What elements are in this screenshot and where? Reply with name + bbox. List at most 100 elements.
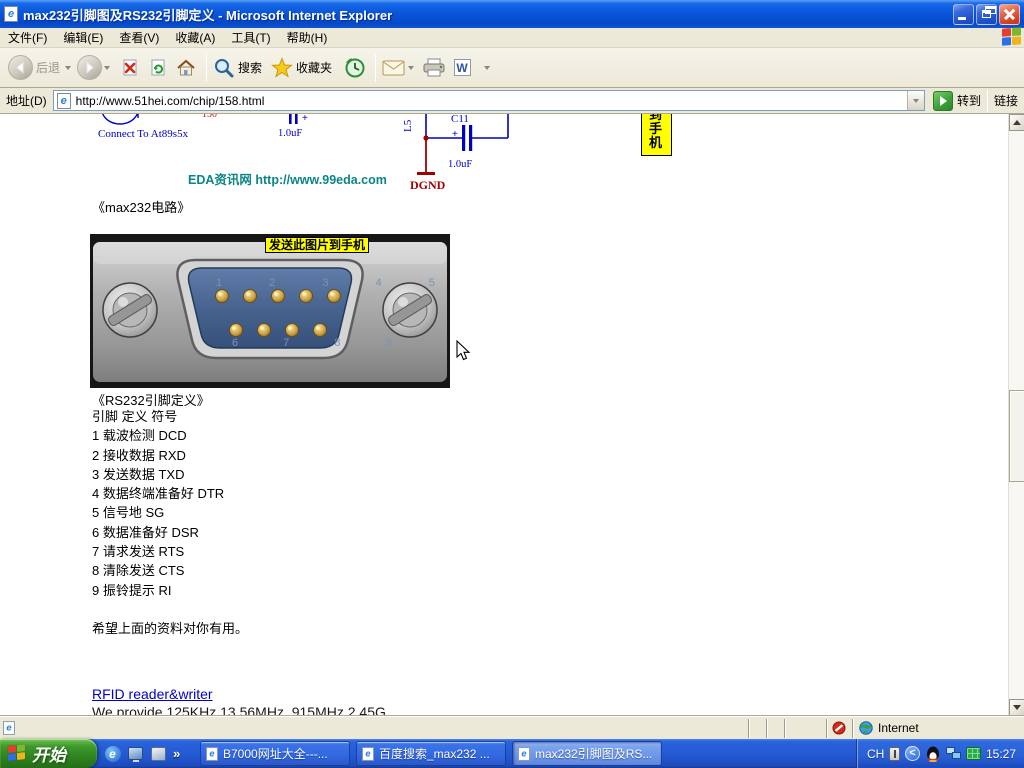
db9-connector-graphic: 1 2 3 4 5 6 7 8 9 [90,234,450,388]
addressbar: 地址(D) e http://www.51hei.com/chip/158.ht… [0,88,1024,114]
qq-messenger-icon[interactable] [925,745,941,762]
address-label: 地址(D) [6,92,47,109]
menu-item-edit[interactable]: 编辑(E) [55,27,111,48]
schematic-watermark: EDA资讯网 http://www.99eda.com [188,172,387,187]
back-icon [8,55,33,80]
ime-language-indicator[interactable]: CH [867,747,884,761]
address-input[interactable]: e http://www.51hei.com/chip/158.html [53,90,925,111]
quicklaunch-app-button[interactable] [150,745,167,762]
go-button[interactable] [933,91,953,111]
forward-dropdown-icon[interactable] [104,66,110,70]
restore-button[interactable] [976,4,997,25]
caption-max232-circuit: 《max232电路》 [92,197,190,216]
task-button-max232-active[interactable]: e max232引脚图及RS... [512,741,662,766]
address-url[interactable]: http://www.51hei.com/chip/158.html [76,94,907,108]
window-title: max232引脚图及RS232引脚定义 - Microsoft Internet… [23,5,951,24]
page-ie-icon: e [57,93,71,109]
max232-schematic-image: Connect To At89s5x 150 + 1.0uF L5 C11 + … [80,114,530,204]
home-button[interactable] [172,53,200,83]
system-tray: CH < 15:27 [856,739,1024,768]
back-label: 后退 [36,59,60,76]
ie-icon: e [105,746,121,762]
print-button[interactable] [420,53,448,83]
mail-dropdown-icon[interactable] [408,66,414,70]
task-button-baidu-search[interactable]: e 百度搜索_max232 ... [356,741,506,766]
menu-item-help[interactable]: 帮助(H) [279,27,336,48]
start-button[interactable]: 开始 [0,739,97,768]
toolbar-separator [375,54,376,82]
stop-button[interactable] [116,53,144,83]
refresh-button[interactable] [144,53,172,83]
desktop-screen: e max232引脚图及RS232引脚定义 - Microsoft Intern… [0,0,1024,768]
toolbar-dropdown-icon[interactable] [484,66,490,70]
ime-toolbar-icon[interactable] [889,747,900,761]
scroll-down-button[interactable] [1009,699,1024,716]
send-to-phone-tag-vertical[interactable]: 到手机 [641,114,672,156]
status-message-panel [17,719,745,738]
mail-button[interactable] [382,59,414,77]
pin-row: 3 发送数据 TXD [92,465,224,484]
links-label[interactable]: 链接 [994,92,1018,109]
address-dropdown-button[interactable] [907,91,924,110]
pin-table-header: 引脚 定义 符号 [92,407,224,426]
clock[interactable]: 15:27 [986,747,1016,761]
vertical-scrollbar[interactable] [1008,114,1024,716]
search-button[interactable]: 搜索 [213,57,265,79]
close-button[interactable] [999,4,1020,25]
etched-pin-numbers-bottom: 6 7 8 9 [232,337,413,349]
favorites-label: 收藏夹 [296,59,332,76]
network-adapter-icon[interactable] [966,747,981,760]
menu-item-tools[interactable]: 工具(T) [223,27,278,48]
network-status-icon[interactable] [946,747,962,761]
history-button[interactable] [341,53,369,83]
send-image-to-phone-tag[interactable]: 发送此图片到手机 [265,237,369,253]
edit-word-button[interactable]: W [448,53,476,83]
schematic-inductor-label: L5 [402,119,414,132]
schematic-red-fragment: 150 [202,114,217,120]
minimize-button[interactable] [953,4,974,25]
windows-logo-icon [1002,27,1022,47]
addressbar-separator [987,90,988,112]
security-zone-label: Internet [878,721,919,735]
left-screw-post [103,283,157,337]
quicklaunch-ie-button[interactable]: e [104,745,121,762]
tray-collapse-chevron[interactable]: < [905,746,920,761]
printer-icon [422,58,446,78]
task-button-b7000[interactable]: e B7000网址大全---... [200,741,350,766]
back-dropdown-icon[interactable] [65,66,71,70]
menu-item-favorites[interactable]: 收藏(A) [167,27,223,48]
status-panel [766,719,782,738]
menu-item-view[interactable]: 查看(V) [111,27,167,48]
scroll-down-icon [1013,705,1021,710]
right-screw-post [383,283,437,337]
schematic-ground-label: DGND [410,178,446,192]
stop-icon [121,58,139,78]
forward-icon [77,55,102,80]
status-page-icon: e [3,721,15,735]
home-icon [176,58,196,78]
close-icon [1004,8,1015,19]
scroll-up-button[interactable] [1009,114,1024,131]
menu-item-file[interactable]: 文件(F) [0,27,55,48]
ie-window-icon: e [4,6,18,22]
windows-start-flag-icon [8,744,26,763]
favorites-button[interactable]: 收藏夹 [271,57,335,79]
pin-definition-list: 引脚 定义 符号 1 载波检测 DCD 2 接收数据 RXD 3 发送数据 TX… [92,407,224,600]
go-label[interactable]: 转到 [957,92,981,109]
quicklaunch-overflow-chevron[interactable]: » [173,746,180,761]
back-button[interactable]: 后退 [8,55,71,80]
schematic-connect-label: Connect To At89s5x [98,128,189,140]
pin-row: 1 载波检测 DCD [92,426,224,445]
schematic-cap2-name: C11 [451,114,469,125]
internet-globe-icon [859,721,873,735]
scroll-up-icon [1013,120,1021,125]
rfid-link[interactable]: RFID reader&writer [92,686,213,702]
quicklaunch-show-desktop-button[interactable] [127,745,144,762]
titlebar[interactable]: e max232引脚图及RS232引脚定义 - Microsoft Intern… [0,0,1024,28]
svg-text:+: + [452,129,458,140]
db9-connector-photo: 1 2 3 4 5 6 7 8 9 [90,234,450,388]
mouse-cursor [456,340,471,362]
scrollbar-thumb[interactable] [1009,390,1024,482]
forward-button[interactable] [77,55,110,80]
taskbar: 开始 e » e B7000网址大全---... e 百度搜索_max232 .… [0,739,1024,768]
